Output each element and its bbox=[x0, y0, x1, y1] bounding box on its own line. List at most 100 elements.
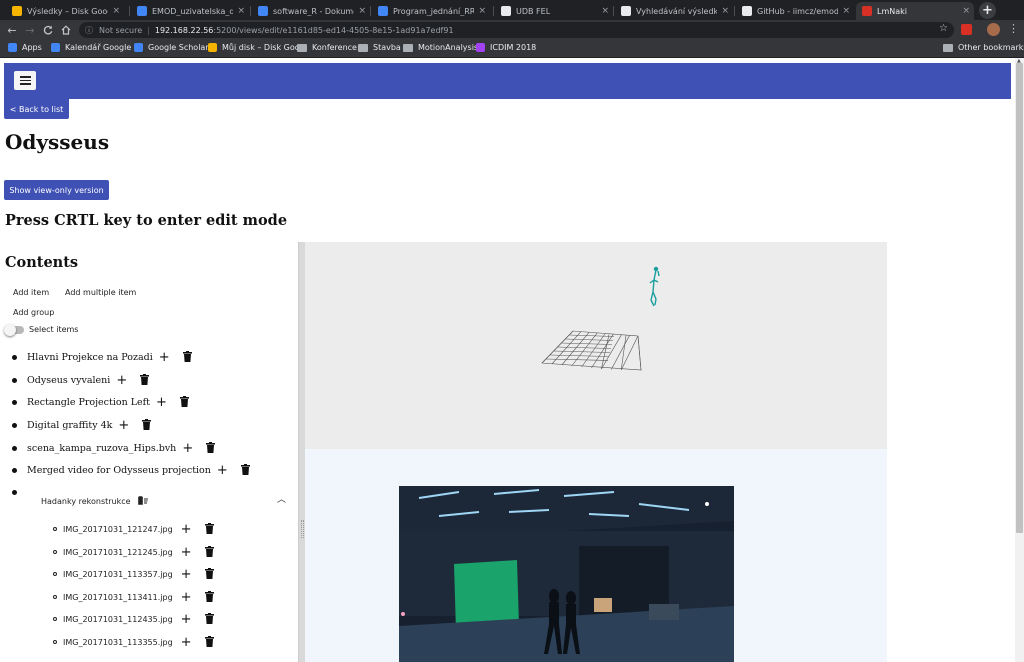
pane-resizer[interactable] bbox=[298, 242, 305, 662]
browser-tab[interactable]: Výsledky – Disk Google × bbox=[6, 2, 124, 20]
edit-mode-hint: Press CRTL key to enter edit mode bbox=[5, 212, 288, 229]
profile-avatar[interactable] bbox=[987, 23, 1000, 36]
media-preview-image[interactable] bbox=[399, 486, 734, 662]
tab-title: Vyhledávání výsledků - V bbox=[636, 6, 718, 16]
tab-separator bbox=[613, 6, 614, 16]
toggle-knob[interactable] bbox=[4, 324, 16, 336]
add-child-icon[interactable]: + bbox=[181, 568, 192, 581]
add-item-button[interactable]: Add item bbox=[13, 288, 49, 297]
delete-icon[interactable] bbox=[142, 419, 152, 431]
bookmark-item[interactable]: Můj disk – Disk Goo bbox=[208, 43, 300, 52]
delete-icon[interactable] bbox=[204, 523, 215, 535]
delete-icon[interactable] bbox=[204, 591, 215, 603]
bookmark-label: Google Scholar bbox=[148, 43, 209, 52]
delete-group-icon[interactable] bbox=[137, 495, 149, 507]
group-child-item[interactable]: IMG_20171031_113357.jpg + bbox=[53, 566, 215, 582]
view-only-button[interactable]: Show view-only version bbox=[4, 180, 109, 200]
list-item[interactable]: Rectangle Projection Left + bbox=[12, 394, 190, 410]
bookmark-label: Můj disk – Disk Goo bbox=[222, 43, 300, 52]
group-child-item[interactable]: IMG_20171031_113355.jpg + bbox=[53, 634, 215, 650]
browser-tab[interactable]: software_R - Dokumenty × bbox=[252, 2, 370, 20]
add-child-icon[interactable]: + bbox=[181, 613, 192, 626]
group-header[interactable]: Hadanky rekonstrukce bbox=[41, 494, 149, 508]
tab-favicon-icon bbox=[862, 6, 872, 16]
bookmark-item[interactable]: MotionAnalysis bbox=[403, 43, 478, 52]
circle-bullet bbox=[53, 572, 57, 576]
delete-icon[interactable] bbox=[204, 568, 215, 580]
tab-close-icon[interactable]: × bbox=[112, 6, 120, 16]
scrollbar-thumb[interactable] bbox=[1016, 63, 1023, 533]
folder-icon bbox=[403, 43, 413, 52]
forward-arrow-icon[interactable]: → bbox=[22, 22, 38, 38]
add-group-button[interactable]: Add group bbox=[13, 308, 54, 317]
bookmark-item[interactable]: Kalendář Google - bbox=[51, 43, 137, 52]
browser-tab[interactable]: UDB FEL × bbox=[495, 2, 613, 20]
group-child-item[interactable]: IMG_20171031_121247.jpg + bbox=[53, 521, 215, 537]
select-items-toggle[interactable] bbox=[4, 324, 24, 336]
browser-tab[interactable]: EMOD_uzivatelska_doku× bbox=[131, 2, 249, 20]
collapse-group-icon[interactable]: ︿ bbox=[277, 492, 286, 505]
bookmark-item[interactable]: Stavba bbox=[358, 43, 401, 52]
other-bookmarks[interactable]: Other bookmarks bbox=[943, 43, 1024, 52]
bookmark-item[interactable]: Konference bbox=[297, 43, 357, 52]
bookmark-favicon-icon bbox=[8, 43, 17, 52]
group-child-item[interactable]: IMG_20171031_121245.jpg + bbox=[53, 544, 215, 560]
delete-icon[interactable] bbox=[206, 442, 216, 454]
add-multiple-item-button[interactable]: Add multiple item bbox=[65, 288, 136, 297]
reload-icon[interactable] bbox=[40, 22, 56, 38]
browser-tab[interactable]: Vyhledávání výsledků - V× bbox=[615, 2, 733, 20]
delete-icon[interactable] bbox=[204, 636, 215, 648]
add-child-icon[interactable]: + bbox=[116, 374, 127, 387]
add-child-icon[interactable]: + bbox=[156, 396, 167, 409]
delete-icon[interactable] bbox=[204, 546, 215, 558]
address-bar[interactable]: ⓘ Not secure | 192.168.22.56:5200/views/… bbox=[79, 22, 954, 38]
back-to-list-button[interactable]: < Back to list bbox=[4, 99, 69, 119]
add-child-icon[interactable]: + bbox=[181, 546, 192, 559]
delete-icon[interactable] bbox=[140, 374, 150, 386]
tab-close-icon[interactable]: × bbox=[358, 6, 366, 16]
list-item[interactable]: Odyseus vyvaleni + bbox=[12, 372, 150, 388]
delete-icon[interactable] bbox=[182, 351, 193, 363]
tab-close-icon[interactable]: × bbox=[237, 6, 245, 16]
add-child-icon[interactable]: + bbox=[181, 523, 192, 536]
group-child-item[interactable]: IMG_20171031_112435.jpg + bbox=[53, 611, 215, 627]
hamburger-menu-icon[interactable] bbox=[14, 71, 36, 90]
tab-close-icon[interactable]: × bbox=[721, 6, 729, 16]
bookmark-item[interactable]: ICDIM 2018 bbox=[476, 43, 536, 52]
tab-close-icon[interactable]: × bbox=[962, 6, 970, 16]
page-scrollbar[interactable]: ▲ bbox=[1015, 58, 1024, 662]
list-item[interactable]: Hlavni Projekce na Pozadi + bbox=[12, 349, 193, 365]
delete-icon[interactable] bbox=[179, 396, 190, 408]
add-child-icon[interactable]: + bbox=[181, 636, 192, 649]
3d-preview-viewport[interactable] bbox=[305, 242, 887, 449]
browser-tab[interactable]: Program_jednání_RRIIM× bbox=[372, 2, 490, 20]
add-child-icon[interactable]: + bbox=[181, 591, 192, 604]
bookmark-item[interactable]: Google Scholar bbox=[134, 43, 209, 52]
home-icon[interactable] bbox=[58, 22, 74, 38]
tab-title: UDB FEL bbox=[516, 6, 551, 16]
bookmark-item[interactable]: Apps bbox=[8, 43, 42, 52]
group-child-item[interactable]: IMG_20171031_113411.jpg + bbox=[53, 589, 215, 605]
list-item[interactable]: Digital graffity 4k + bbox=[12, 417, 152, 433]
new-tab-button[interactable]: + bbox=[979, 2, 996, 19]
add-child-icon[interactable]: + bbox=[182, 442, 193, 455]
info-icon[interactable]: ⓘ bbox=[85, 25, 93, 36]
tab-close-icon[interactable]: × bbox=[601, 6, 609, 16]
tab-close-icon[interactable]: × bbox=[842, 6, 850, 16]
delete-icon[interactable] bbox=[240, 464, 251, 476]
browser-tab[interactable]: LmNaki × bbox=[856, 2, 974, 20]
add-child-icon[interactable]: + bbox=[118, 419, 129, 432]
delete-icon[interactable] bbox=[204, 613, 215, 625]
list-item[interactable]: scena_kampa_ruzova_Hips.bvh + bbox=[12, 440, 216, 456]
extension-icon[interactable] bbox=[961, 24, 972, 35]
add-child-icon[interactable]: + bbox=[217, 464, 228, 477]
resize-grip[interactable] bbox=[301, 520, 304, 538]
browser-menu-icon[interactable]: ⋮ bbox=[1008, 22, 1019, 35]
back-arrow-icon[interactable]: ← bbox=[4, 22, 20, 38]
tab-favicon-icon bbox=[501, 6, 511, 16]
bookmark-star-icon[interactable]: ☆ bbox=[939, 23, 948, 34]
list-item[interactable]: Merged video for Odysseus projection + bbox=[12, 462, 251, 478]
add-child-icon[interactable]: + bbox=[159, 351, 170, 364]
browser-tab[interactable]: GitHub - iimcz/emod × bbox=[736, 2, 854, 20]
tab-close-icon[interactable]: × bbox=[478, 6, 486, 16]
